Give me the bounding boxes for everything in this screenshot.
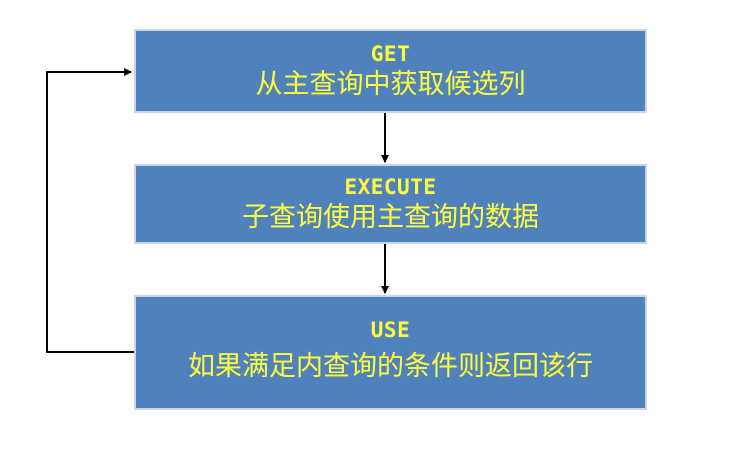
execute-step-title: EXECUTE	[344, 175, 437, 199]
get-step-box: GET 从主查询中获取候选列	[134, 29, 647, 113]
get-step-description: 从主查询中获取候选列	[255, 69, 526, 100]
get-step-title: GET	[370, 42, 411, 66]
use-step-title: USE	[370, 317, 411, 342]
execute-step-description: 子查询使用主查询的数据	[242, 202, 539, 233]
use-step-box: USE 如果满足内查询的条件则返回该行	[134, 295, 647, 410]
arrow-use-back-to-get	[46, 68, 134, 353]
use-step-description: 如果满足内查询的条件则返回该行	[188, 350, 593, 382]
execute-step-box: EXECUTE 子查询使用主查询的数据	[134, 164, 647, 244]
